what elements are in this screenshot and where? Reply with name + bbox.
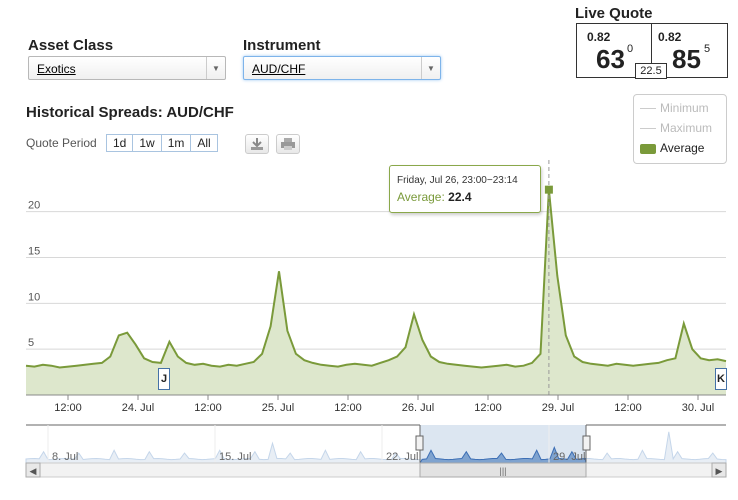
- instrument-label: Instrument: [243, 37, 321, 54]
- navigator[interactable]: 8. Jul 15. Jul 22. Jul 29. Jul ||| ◀ ▶: [0, 418, 738, 500]
- period-1d-button[interactable]: 1d: [106, 134, 134, 152]
- asset-class-label: Asset Class: [28, 37, 114, 54]
- navigator-left-handle[interactable]: [415, 435, 424, 451]
- download-button[interactable]: [245, 134, 269, 154]
- chevron-down-icon: ▼: [421, 57, 440, 79]
- hover-point: [544, 185, 553, 194]
- ask-big: 85: [672, 44, 701, 74]
- tooltip-value-row: Average: 22.4: [397, 190, 472, 204]
- spread-badge: 22.5: [635, 63, 667, 79]
- download-icon: [251, 138, 263, 150]
- period-1m-button[interactable]: 1m: [160, 134, 192, 152]
- x-tick-label: 29. Jul: [542, 402, 574, 414]
- legend-maximum[interactable]: Maximum: [640, 121, 712, 135]
- instrument-select[interactable]: AUD/CHF ▼: [243, 56, 441, 80]
- x-tick-label: 26. Jul: [402, 402, 434, 414]
- legend-average-label: Average: [660, 141, 705, 155]
- chevron-down-icon: ▼: [206, 57, 225, 79]
- instrument-value: AUD/CHF: [252, 62, 306, 76]
- section-title: Historical Spreads: AUD/CHF: [26, 104, 234, 121]
- period-all-button[interactable]: All: [190, 134, 218, 152]
- x-tick-label: 12:00: [334, 402, 362, 414]
- ask-small: 0.82: [658, 30, 682, 44]
- navigator-right-handle[interactable]: [582, 435, 591, 451]
- tooltip-date: Friday, Jul 26, 23:00−23:14: [397, 175, 518, 186]
- live-quote-title: Live Quote: [575, 5, 653, 22]
- x-tick-label: 24. Jul: [122, 402, 154, 414]
- scrollbar-grip: |||: [499, 466, 506, 476]
- x-tick-label: 12:00: [54, 402, 82, 414]
- legend-average[interactable]: Average: [640, 141, 704, 155]
- navigator-tick-label: 15. Jul: [219, 451, 251, 463]
- legend-minimum[interactable]: Minimum: [640, 101, 709, 115]
- spread-chart[interactable]: 05101520 12:0024. Jul12:0025. Jul12:0026…: [0, 160, 738, 420]
- bid-big: 63: [596, 44, 625, 74]
- quote-period-buttons: 1d 1w 1m All: [106, 134, 218, 152]
- print-icon: [281, 138, 295, 150]
- x-tick-label: 12:00: [614, 402, 642, 414]
- bid-sup: 0: [627, 43, 634, 55]
- y-tick-label: 5: [28, 337, 34, 349]
- print-button[interactable]: [276, 134, 300, 154]
- bid-small: 0.82: [587, 30, 611, 44]
- navigator-tick-label: 8. Jul: [52, 451, 78, 463]
- chart-legend: Minimum Maximum Average: [633, 94, 727, 164]
- ask-sup: 5: [704, 43, 711, 55]
- flag-j[interactable]: J: [158, 368, 170, 390]
- y-tick-label: 15: [28, 246, 40, 258]
- y-tick-label: 10: [28, 291, 40, 303]
- navigator-tick-label: 22. Jul: [386, 451, 418, 463]
- flag-k[interactable]: K: [715, 368, 727, 390]
- legend-maximum-label: Maximum: [660, 121, 713, 135]
- live-quote-box: 0.82 63 0 0.82 85 5 22.5: [576, 23, 728, 79]
- x-tick-label: 12:00: [194, 402, 222, 414]
- chart-tooltip: Friday, Jul 26, 23:00−23:14 Average: 22.…: [389, 165, 541, 213]
- y-tick-label: 20: [28, 200, 40, 212]
- period-1w-button[interactable]: 1w: [132, 134, 162, 152]
- navigator-tick-label: 29. Jul: [553, 451, 585, 463]
- x-tick-label: 30. Jul: [682, 402, 714, 414]
- asset-class-value: Exotics: [37, 62, 76, 76]
- legend-minimum-label: Minimum: [660, 101, 709, 115]
- tooltip-value: 22.4: [448, 190, 472, 204]
- tooltip-series: Average:: [397, 190, 445, 204]
- scrollbar-track[interactable]: [25, 462, 727, 478]
- asset-class-select[interactable]: Exotics ▼: [28, 56, 226, 80]
- arrow-left-icon: ◀: [30, 466, 37, 476]
- x-tick-label: 12:00: [474, 402, 502, 414]
- arrow-right-icon: ▶: [716, 466, 723, 476]
- quote-period-label: Quote Period: [26, 136, 97, 150]
- x-tick-label: 25. Jul: [262, 402, 294, 414]
